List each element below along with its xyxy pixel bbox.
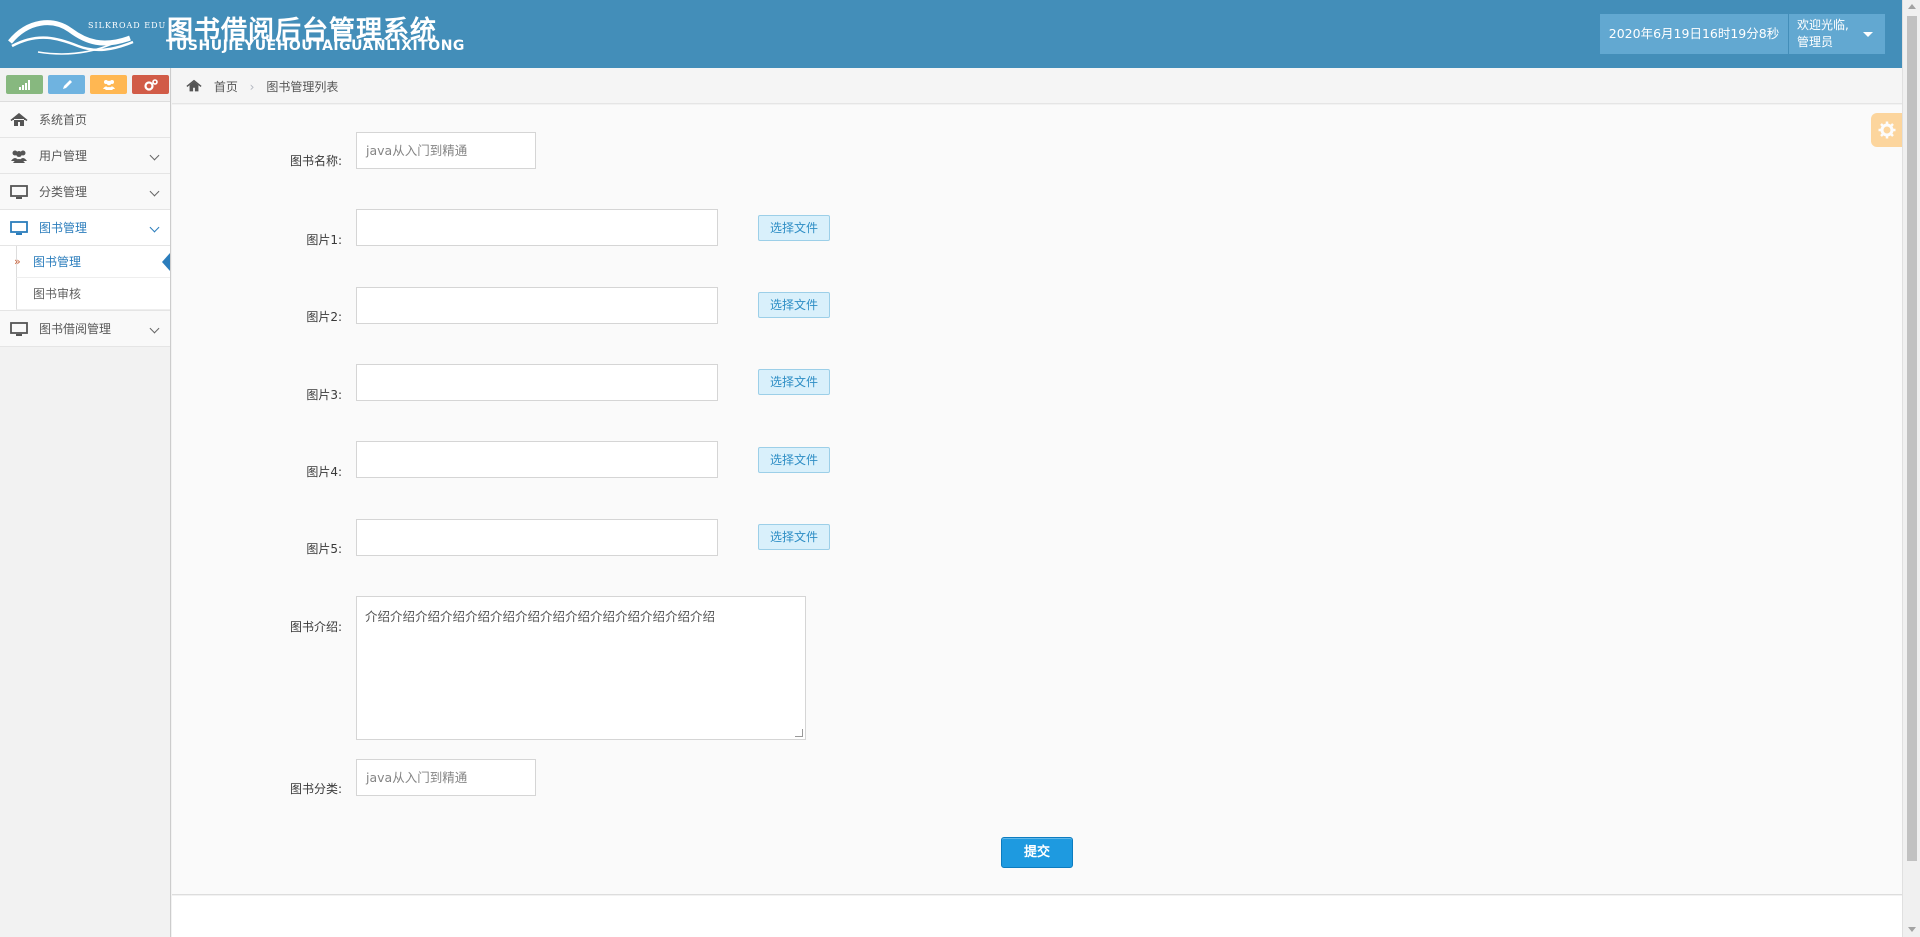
breadcrumb-current: 图书管理列表 xyxy=(266,80,339,94)
settings-toggle[interactable] xyxy=(1871,113,1902,147)
sidebar-item-label: 用户管理 xyxy=(39,149,88,163)
intro-text: 介绍介绍介绍介绍介绍介绍介绍介绍介绍介绍介绍介绍介绍介绍 xyxy=(365,609,716,624)
logo-text: SILKROAD EDU xyxy=(88,21,167,30)
logo xyxy=(8,12,158,56)
scroll-down-icon[interactable] xyxy=(1908,927,1916,932)
shortcut-users-button[interactable] xyxy=(90,75,127,94)
image5-input[interactable] xyxy=(356,519,718,556)
gear-icon xyxy=(1878,121,1895,139)
breadcrumb: 首页 › 图书管理列表 xyxy=(172,68,1902,104)
category-input[interactable]: java从入门到精通 xyxy=(356,759,536,796)
submenu-item-label: 图书审核 xyxy=(33,287,82,301)
vertical-scrollbar[interactable] xyxy=(1902,0,1920,937)
intro-textarea[interactable]: 介绍介绍介绍介绍介绍介绍介绍介绍介绍介绍介绍介绍介绍介绍 xyxy=(356,596,806,740)
category-label: 图书分类: xyxy=(289,782,342,796)
submenu-books: » 图书管理 图书审核 xyxy=(0,246,170,311)
book-name-input[interactable]: java从入门到精通 xyxy=(356,132,536,169)
home-icon xyxy=(186,79,202,92)
shortcut-signal-button[interactable] xyxy=(6,75,43,94)
system-subtitle: TUSHUJIEYUEHOUTAIGUANLIXITONG xyxy=(166,38,465,54)
image1-label: 图片1: xyxy=(306,233,342,247)
sidebar-item-users[interactable]: 用户管理 xyxy=(0,138,170,174)
caret-down-icon xyxy=(1863,32,1873,37)
top-navbar: SILKROAD EDU 图书借阅后台管理系统 TUSHUJIEYUEHOUTA… xyxy=(0,0,1920,68)
scrollbar-thumb[interactable] xyxy=(1907,16,1917,861)
users-icon xyxy=(11,150,27,163)
image3-choose-file-button[interactable]: 选择文件 xyxy=(758,369,830,395)
breadcrumb-separator: › xyxy=(249,80,255,94)
book-name-label: 图书名称: xyxy=(289,154,342,168)
image3-input[interactable] xyxy=(356,364,718,401)
home-icon xyxy=(10,113,28,126)
chevron-down-icon xyxy=(149,186,160,197)
submenu-item-book-review[interactable]: 图书审核 xyxy=(16,278,170,310)
image5-label: 图片5: xyxy=(306,542,342,556)
desktop-icon xyxy=(10,185,28,199)
scroll-up-icon[interactable] xyxy=(1908,4,1916,9)
desktop-icon xyxy=(10,221,28,235)
sidebar-item-home[interactable]: 系统首页 xyxy=(0,102,170,138)
users-icon xyxy=(102,80,115,90)
image2-choose-file-button[interactable]: 选择文件 xyxy=(758,292,830,318)
intro-label: 图书介绍: xyxy=(289,620,342,634)
image3-label: 图片3: xyxy=(306,388,342,402)
active-arrow-icon xyxy=(162,253,170,271)
image2-input[interactable] xyxy=(356,287,718,324)
submenu-item-book-manage[interactable]: » 图书管理 xyxy=(14,246,170,278)
datetime-display: 2020年6月19日16时19分8秒 xyxy=(1600,14,1788,54)
sidebar-item-borrow[interactable]: 图书借阅管理 xyxy=(0,311,170,347)
image4-input[interactable] xyxy=(356,441,718,478)
sidebar-item-label: 图书借阅管理 xyxy=(39,322,112,336)
chevron-down-icon xyxy=(149,150,160,161)
breadcrumb-home-link[interactable]: 首页 xyxy=(214,80,238,94)
submit-button[interactable]: 提交 xyxy=(1001,837,1073,868)
sidebar-item-label: 系统首页 xyxy=(39,113,88,127)
sidebar-item-label: 图书管理 xyxy=(39,221,88,235)
chevron-down-icon xyxy=(149,323,160,334)
sidebar-item-category[interactable]: 分类管理 xyxy=(0,174,170,210)
image4-label: 图片4: xyxy=(306,465,342,479)
image1-input[interactable] xyxy=(356,209,718,246)
chevron-down-icon xyxy=(149,222,160,233)
submenu-item-label: 图书管理 xyxy=(33,255,82,269)
main-content: 图书名称: java从入门到精通 图片1: 选择文件 图片2: 选择文件 图片3… xyxy=(172,105,1902,895)
resize-grip-icon[interactable] xyxy=(795,729,803,737)
user-menu[interactable]: 欢迎光临, 管理员 xyxy=(1789,14,1885,54)
sidebar-shortcuts xyxy=(0,68,170,102)
sidebar: 系统首页 用户管理 分类管理 图书管理 » 图书管理 图书审核 图书借阅管理 xyxy=(0,68,171,937)
image5-choose-file-button[interactable]: 选择文件 xyxy=(758,524,830,550)
shortcut-pencil-button[interactable] xyxy=(48,75,85,94)
signal-icon xyxy=(18,79,30,90)
pencil-icon xyxy=(62,79,72,89)
image4-choose-file-button[interactable]: 选择文件 xyxy=(758,447,830,473)
sidebar-item-label: 分类管理 xyxy=(39,185,88,199)
double-angle-right-icon: » xyxy=(14,255,21,268)
footer-area xyxy=(172,896,1902,937)
sidebar-item-books[interactable]: 图书管理 xyxy=(0,210,170,246)
desktop-icon xyxy=(10,322,28,336)
cogs-icon xyxy=(143,78,158,91)
image2-label: 图片2: xyxy=(306,310,342,324)
shortcut-cogs-button[interactable] xyxy=(132,75,169,94)
image1-choose-file-button[interactable]: 选择文件 xyxy=(758,215,830,241)
